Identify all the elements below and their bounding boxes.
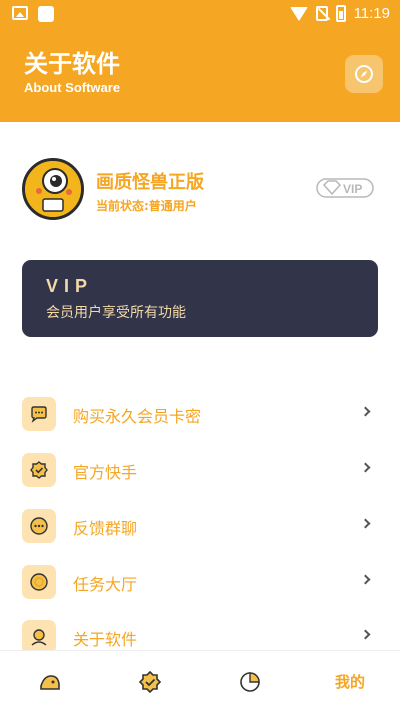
menu-item-feedback-group[interactable]: 反馈群聊 xyxy=(0,500,400,552)
tab-mine[interactable]: 我的 xyxy=(300,651,400,711)
chat-bubble-icon xyxy=(22,397,56,431)
page-subtitle: About Software xyxy=(24,80,121,95)
menu-label: 关于软件 xyxy=(73,630,138,649)
page-title: 关于软件 xyxy=(24,50,120,78)
vip-badge-label: VIP xyxy=(343,182,362,196)
compass-icon xyxy=(355,65,373,83)
pie-chart-icon xyxy=(240,671,260,692)
user-status: 当前状态:普通用户 xyxy=(96,199,197,213)
menu-label: 任务大厅 xyxy=(73,575,138,594)
bottom-tab-bar: 我的 xyxy=(0,650,400,711)
status-time: 11:19 xyxy=(353,5,390,22)
wifi-icon xyxy=(289,6,308,21)
vip-badge: VIP xyxy=(316,178,374,198)
chevron-right-icon xyxy=(360,574,371,585)
badge-check-icon xyxy=(138,670,162,693)
tab-mine-label: 我的 xyxy=(334,673,365,691)
vip-card-description: 会员用户享受所有功能 xyxy=(46,305,186,321)
header-bar: 11:19 关于软件 About Software xyxy=(0,0,400,122)
monster-mascot-icon xyxy=(25,161,81,217)
tab-verified[interactable] xyxy=(100,651,200,711)
compass-button[interactable] xyxy=(345,55,383,93)
chevron-right-icon xyxy=(360,629,371,640)
no-sim-icon xyxy=(315,6,328,21)
app-name: 画质怪兽正版 xyxy=(96,172,204,193)
app-notification-icon xyxy=(38,6,54,22)
circle-icon xyxy=(22,565,56,599)
avatar xyxy=(22,158,84,220)
menu-label: 购买永久会员卡密 xyxy=(73,407,202,426)
more-dots-icon xyxy=(22,509,56,543)
tab-home[interactable] xyxy=(0,651,100,711)
vip-card[interactable]: VIP 会员用户享受所有功能 xyxy=(22,260,378,337)
badge-check-icon xyxy=(22,453,56,487)
tab-stats[interactable] xyxy=(200,651,300,711)
image-notification-icon xyxy=(12,6,28,20)
diamond-icon: VIP xyxy=(316,178,374,198)
menu-label: 反馈群聊 xyxy=(73,519,138,538)
home-icon xyxy=(40,674,60,690)
menu-label: 官方快手 xyxy=(73,463,138,482)
menu-item-official-kuaishou[interactable]: 官方快手 xyxy=(0,444,400,496)
menu-item-buy-membership[interactable]: 购买永久会员卡密 xyxy=(0,388,400,440)
menu-item-task-hall[interactable]: 任务大厅 xyxy=(0,556,400,608)
chevron-right-icon xyxy=(360,462,371,473)
vip-card-title: VIP xyxy=(46,276,94,296)
status-bar: 11:19 xyxy=(0,0,400,28)
chevron-right-icon xyxy=(360,406,371,417)
battery-icon xyxy=(335,5,346,22)
chevron-right-icon xyxy=(360,518,371,529)
user-icon xyxy=(22,620,56,654)
